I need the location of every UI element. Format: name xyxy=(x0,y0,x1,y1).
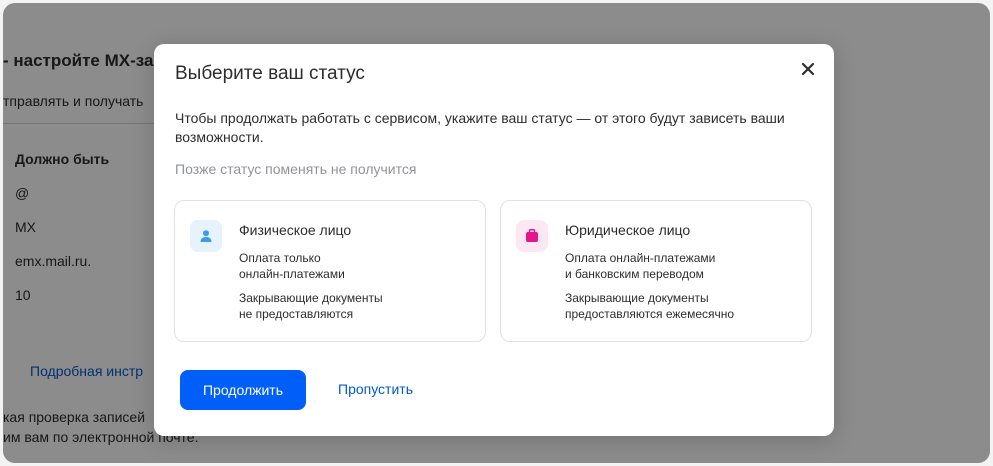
card-text: предоставляются ежемесячно xyxy=(565,307,735,321)
continue-button[interactable]: Продолжить xyxy=(180,370,306,410)
card-text: Оплата онлайн-платежами xyxy=(565,251,716,265)
card-text: Закрывающие документы xyxy=(565,291,709,305)
close-icon xyxy=(801,62,815,76)
modal-description: Чтобы продолжать работать с сервисом, ук… xyxy=(175,110,785,145)
status-card-individual[interactable]: Физическое лицо Оплата только онлайн-пла… xyxy=(174,200,486,342)
app-frame: - настройте MX-за тправлять и получать Д… xyxy=(3,3,990,463)
skip-link[interactable]: Пропустить xyxy=(338,381,413,397)
briefcase-icon xyxy=(516,220,548,252)
status-modal: Выберите ваш статус Чтобы продолжать раб… xyxy=(154,44,834,436)
card-text: онлайн-платежами xyxy=(239,267,345,281)
modal-hint: Позже статус поменять не получится xyxy=(175,161,417,177)
card-title: Физическое лицо xyxy=(239,222,352,238)
card-text: и банковским переводом xyxy=(565,267,704,281)
card-text: Оплата только xyxy=(239,251,321,265)
modal-title: Выберите ваш статус xyxy=(175,63,365,84)
card-text: Закрывающие документы xyxy=(239,291,383,305)
card-title: Юридическое лицо xyxy=(565,222,691,238)
close-button[interactable] xyxy=(796,57,820,81)
person-icon xyxy=(190,220,222,252)
status-card-legal-entity[interactable]: Юридическое лицо Оплата онлайн-платежами… xyxy=(500,200,812,342)
card-text: не предоставляются xyxy=(239,307,354,321)
